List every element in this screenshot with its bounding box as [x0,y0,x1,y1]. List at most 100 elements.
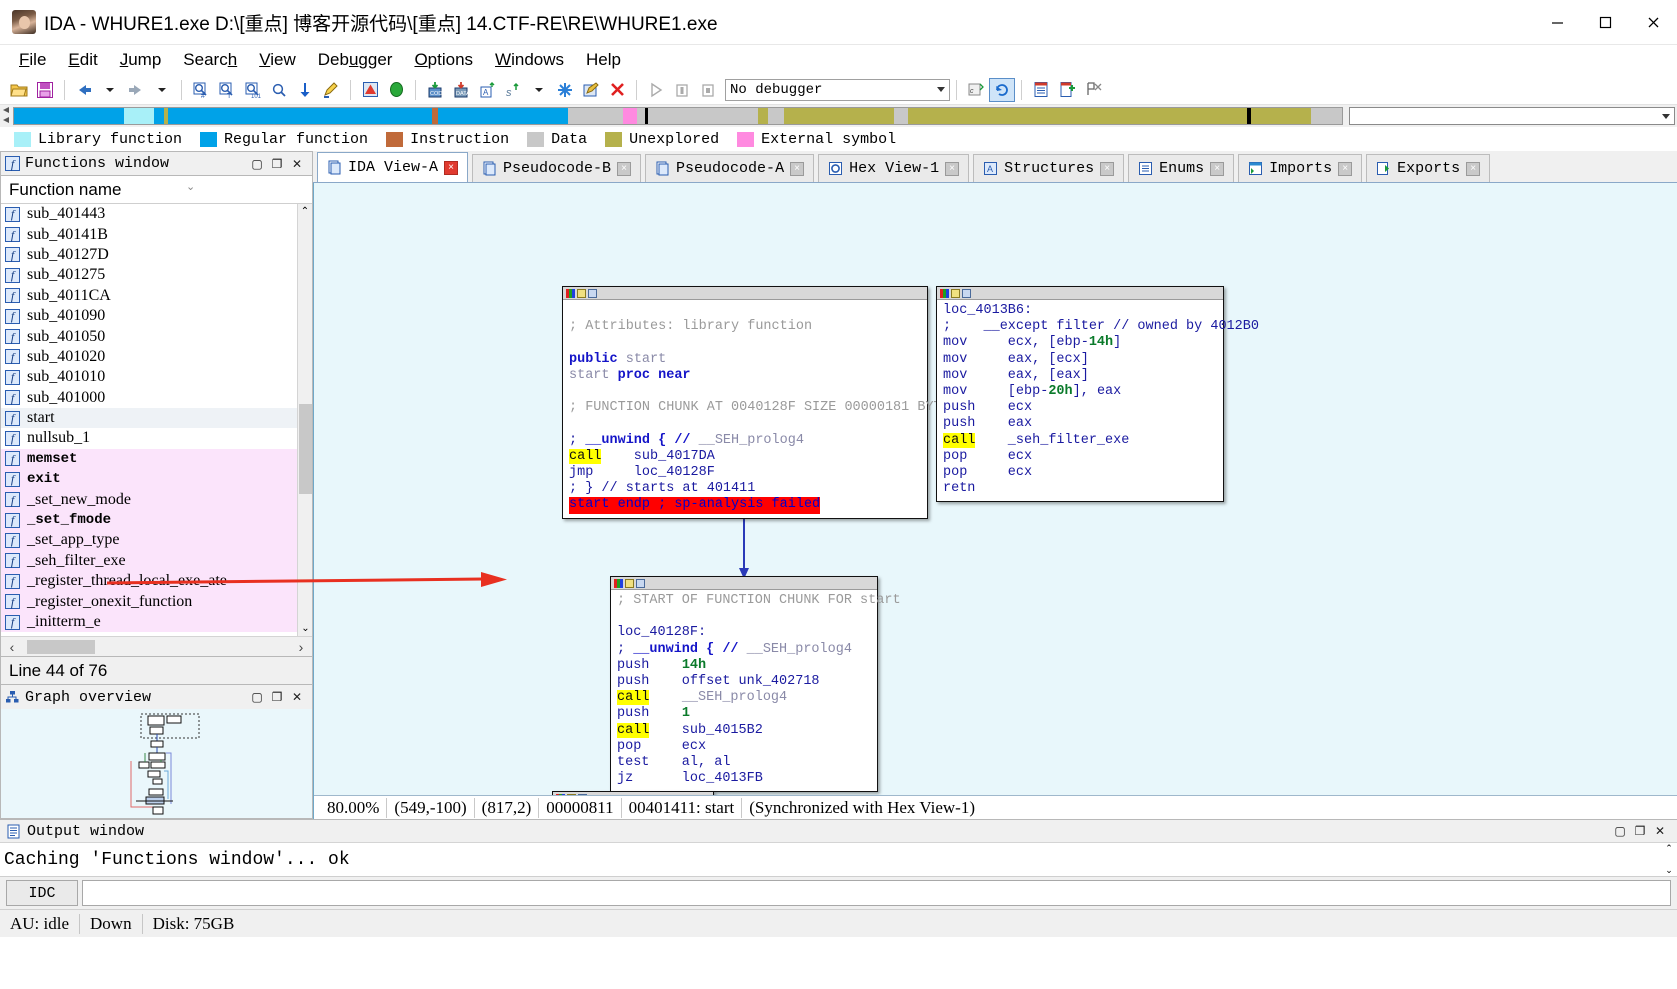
disassembly-line[interactable]: push eax [943,416,1217,432]
panel-close-button[interactable]: ✕ [288,688,306,706]
forward-arrow-icon[interactable] [123,78,149,102]
disassembly-line[interactable]: test al, al [617,755,871,771]
menu-options[interactable]: Options [403,48,484,72]
output-panel-body[interactable]: Caching 'Functions window'... ok ⌃ ⌄ [0,843,1677,877]
disassembly-line[interactable]: call sub_4017DA [569,448,921,465]
make-data-icon[interactable]: DATA [448,78,474,102]
tab-hex-view-1[interactable]: Hex View-1 × [818,154,970,182]
scroll-down-icon[interactable]: ⌄ [1665,865,1673,876]
node-color-icon[interactable] [614,578,623,588]
edit-function-icon[interactable] [578,78,604,102]
undefine-icon[interactable] [552,78,578,102]
graph-node-function-chunk[interactable]: ; START OF FUNCTION CHUNK FOR start loc_… [610,576,901,793]
function-list-item[interactable]: f nullsub_1 [1,428,297,448]
function-list-item[interactable]: f sub_401000 [1,388,297,408]
disassembly-line[interactable] [617,609,871,625]
disassembly-line[interactable]: push 1 [617,706,871,722]
tab-close-icon[interactable]: × [1338,161,1353,176]
disassembly-line[interactable]: mov ecx, [ebp-14h] [943,335,1217,351]
disassembly-line[interactable]: pop ecx [617,739,871,755]
function-list-item[interactable]: f sub_401090 [1,306,297,326]
node-chart-icon[interactable] [577,288,586,298]
disassembly-line[interactable]: ; Attributes: library function [569,319,921,335]
disassembly-line[interactable] [569,416,921,432]
function-list-item[interactable]: f _set_new_mode [1,489,297,510]
scroll-right-icon[interactable]: › [290,639,312,655]
scroll-down-icon[interactable]: ⌄ [299,621,312,636]
function-list-item[interactable]: f sub_401050 [1,326,297,346]
panel-restore-button[interactable]: ❐ [1631,822,1649,840]
maximize-button[interactable] [1581,0,1629,45]
save-icon[interactable] [32,78,58,102]
disassembly-line[interactable]: call __SEH_prolog4 [617,690,871,706]
tab-structures[interactable]: A Structures × [973,154,1125,182]
scroll-up-icon[interactable]: ⌃ [298,204,312,219]
debug-pause-icon[interactable] [669,78,695,102]
function-list-item[interactable]: f sub_401275 [1,265,297,285]
tab-close-icon[interactable]: × [790,161,805,176]
delete-red-x-icon[interactable] [604,78,630,102]
disassembly-line[interactable]: mov eax, [eax] [943,368,1217,384]
functions-column-header[interactable]: Function name ⌄ [1,176,312,204]
function-list-item[interactable]: f exit [1,469,297,490]
disassembly-line[interactable]: pop ecx [943,465,1217,481]
close-button[interactable] [1629,0,1677,45]
graph-node-start[interactable]: ; Attributes: library function public st… [562,286,958,519]
menu-view[interactable]: View [248,48,307,72]
command-input[interactable] [82,880,1671,906]
functions-horizontal-scrollbar[interactable]: ‹ › [1,636,312,656]
scroll-up-icon[interactable]: ⌃ [1665,843,1673,854]
menu-help[interactable]: Help [575,48,632,72]
debugger-select[interactable]: No debugger [725,78,950,101]
menu-windows[interactable]: Windows [484,48,575,72]
debug-options-icon[interactable]: c [963,78,989,102]
disassembly-line[interactable] [569,303,921,319]
disassembly-line[interactable]: mov [ebp-20h], eax [943,384,1217,400]
vertical-scroll-thumb[interactable] [299,404,312,494]
function-list-item[interactable]: f sub_401443 [1,204,297,224]
open-file-icon[interactable] [6,78,32,102]
no-breakpoint-icon[interactable] [1080,78,1106,102]
disassembly-line[interactable]: call _seh_filter_exe [943,432,1217,449]
search-number-icon[interactable]: 101 [240,78,266,102]
disassembly-line[interactable]: pop ecx [943,449,1217,465]
panel-maximize-button[interactable]: ▢ [1611,822,1629,840]
back-arrow-icon[interactable] [71,78,97,102]
debug-refresh-icon[interactable] [989,77,1015,102]
tab-close-icon[interactable]: × [1466,161,1481,176]
forward-dropdown-icon[interactable] [149,78,175,102]
function-list-item[interactable]: f sub_4011CA [1,286,297,306]
function-list-item[interactable]: f _register_onexit_function [1,591,297,612]
function-list-item[interactable]: f sub_401010 [1,367,297,387]
tab-close-icon[interactable]: × [1100,161,1115,176]
node-chart-icon[interactable] [625,578,634,588]
disassembly-line[interactable]: jz loc_4013FB [617,771,871,787]
search-text-icon[interactable]: T [214,78,240,102]
tab-pseudocode-b[interactable]: Pseudocode-B × [472,154,642,182]
tab-imports[interactable]: Imports × [1238,154,1363,182]
panel-maximize-button[interactable]: ▢ [248,155,266,173]
function-list-item[interactable]: f sub_40127D [1,245,297,265]
disassembly-line[interactable]: ; } // starts at 401411 [569,481,921,497]
disassembly-line[interactable]: loc_40128F: [617,625,871,641]
search-again-icon[interactable] [266,78,292,102]
make-string-dropdown-icon[interactable] [526,78,552,102]
make-string-icon[interactable]: s [500,78,526,102]
disassembly-line[interactable]: ; __unwind { // __SEH_prolog4 [617,642,871,658]
disassembly-line[interactable]: public start [569,352,921,368]
function-list-item[interactable]: f sub_401020 [1,347,297,367]
disassembly-line[interactable]: call sub_4015B2 [617,722,871,739]
run-green-icon[interactable] [383,78,409,102]
disassembly-line[interactable]: start proc near [569,368,921,384]
tab-close-icon[interactable]: × [444,160,459,175]
node-screen-icon[interactable] [588,288,597,298]
node-color-icon[interactable] [940,288,949,298]
add-breakpoint-icon[interactable] [1054,78,1080,102]
tab-close-icon[interactable]: × [1210,161,1225,176]
panel-restore-button[interactable]: ❐ [268,688,286,706]
ida-view-a-graph[interactable]: ; Attributes: library function public st… [313,183,1677,819]
function-list-item[interactable]: f start [1,407,297,429]
disassembly-line[interactable]: start endp ; sp-analysis failed [569,497,921,514]
function-list-item[interactable]: f _set_app_type [1,530,297,551]
function-list-item[interactable]: f sub_40141B [1,224,297,244]
